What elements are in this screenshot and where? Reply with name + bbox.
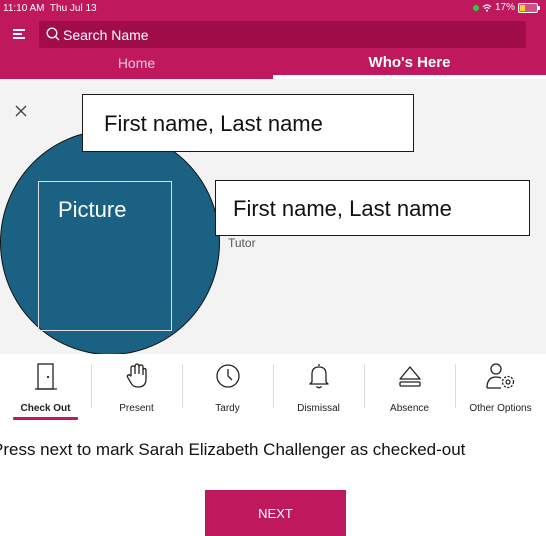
attendance-options-bar: Check Out Present Tardy Dismissal Absenc… [0, 354, 546, 422]
option-check-out[interactable]: Check Out [0, 354, 91, 422]
eject-icon [398, 366, 421, 387]
battery-icon [518, 2, 540, 13]
instruction-text: Press next to mark Sarah Elizabeth Chall… [0, 440, 466, 459]
bell-icon [308, 364, 329, 389]
raised-hand-icon [126, 363, 147, 388]
option-label: Dismissal [297, 403, 340, 414]
option-label: Present [119, 403, 154, 414]
option-label: Tardy [215, 403, 240, 414]
tab-bar: Home Who's Here [0, 52, 546, 79]
camera-indicator-icon [472, 4, 479, 11]
student-name-overlay: First name, Last name [82, 94, 414, 152]
option-label: Absence [390, 403, 429, 414]
battery-percent: 17% [494, 2, 515, 13]
user-settings-icon [485, 363, 514, 389]
search-icon [46, 27, 60, 41]
option-label: Check Out [20, 403, 71, 414]
student-name-label: First name, Last name [215, 180, 530, 236]
menu-icon[interactable] [13, 29, 25, 39]
status-time: 11:10 AM [3, 3, 45, 14]
tab-whos-here[interactable]: Who's Here [273, 52, 546, 79]
status-bar: 11:10 AM Thu Jul 13 17% [0, 0, 546, 18]
door-exit-icon [34, 363, 57, 390]
status-time-date: 11:10 AM Thu Jul 13 [3, 3, 97, 14]
option-dismissal[interactable]: Dismissal [273, 354, 364, 422]
search-input[interactable] [63, 21, 518, 48]
option-other-options[interactable]: Other Options [455, 354, 546, 422]
tab-home[interactable]: Home [0, 52, 273, 79]
option-tardy[interactable]: Tardy [182, 354, 273, 422]
picture-label: Picture [58, 197, 127, 222]
status-indicators: 17% [472, 2, 540, 13]
search-box[interactable] [39, 21, 526, 48]
clock-icon [215, 364, 240, 388]
student-detail: Tutor [228, 236, 256, 250]
close-icon[interactable] [14, 104, 28, 118]
option-absence[interactable]: Absence [364, 354, 455, 422]
search-bar [0, 18, 546, 52]
status-date: Thu Jul 13 [49, 3, 97, 14]
option-present[interactable]: Present [91, 354, 182, 422]
next-button[interactable]: NEXT [205, 490, 346, 536]
option-label: Other Options [469, 403, 532, 414]
wifi-icon [482, 3, 492, 12]
